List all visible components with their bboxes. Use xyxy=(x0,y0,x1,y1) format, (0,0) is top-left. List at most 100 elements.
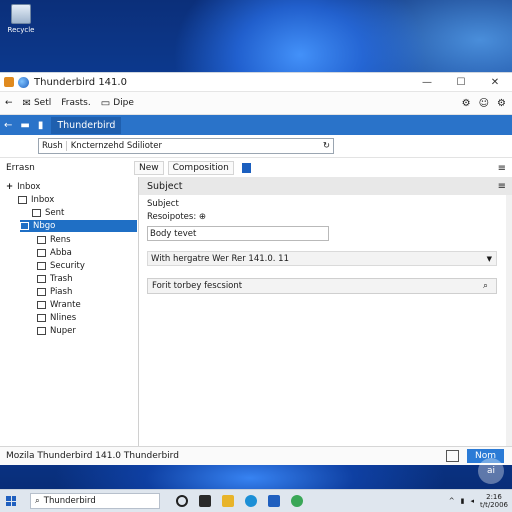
calendar-status-icon[interactable] xyxy=(445,450,459,462)
folder-pane: + Inbox Inbox Sent Nbgo Rens Abba Securit… xyxy=(0,177,139,447)
recipients-label[interactable]: Resoipotes: ⊕ xyxy=(147,212,206,222)
expand-icon[interactable]: + xyxy=(6,182,13,192)
system-tray: ^ ▮ ◂ 2:16 t/t/2006 xyxy=(449,493,512,509)
address-value: Kncternzehd Sdilioter xyxy=(70,141,162,151)
folder-wrante[interactable]: Wrante xyxy=(37,299,81,311)
tray-chevron-icon[interactable]: ^ xyxy=(449,497,455,505)
folder-icon xyxy=(37,327,46,335)
task-view-icon[interactable] xyxy=(199,495,211,507)
subject-label: Subject xyxy=(147,199,179,209)
minimize-button[interactable]: — xyxy=(410,77,444,88)
folder-icon xyxy=(37,301,46,309)
calendar-icon[interactable] xyxy=(241,163,251,173)
composition-button[interactable]: Composition xyxy=(167,161,234,175)
window-title: Thunderbird 141.0 xyxy=(34,76,127,88)
edge-icon[interactable] xyxy=(245,495,257,507)
back-button[interactable]: ← xyxy=(0,98,18,108)
taskbar-search[interactable]: ⌕ Thunderbird xyxy=(30,493,160,509)
volume-icon[interactable]: ◂ xyxy=(470,497,474,505)
folder-piash[interactable]: Piash xyxy=(37,286,72,298)
folder-label: Abba xyxy=(50,248,72,258)
folder-sent[interactable]: Sent xyxy=(32,207,64,219)
folder-icon xyxy=(32,209,41,217)
thunderbird-window: Thunderbird 141.0 — ☐ ✕ ← ✉ Setl Frasts. … xyxy=(0,72,512,465)
folder-label: Nbgo xyxy=(33,221,56,231)
toolbar-label[interactable]: Errasn xyxy=(0,163,134,173)
home-icon xyxy=(37,236,46,244)
clock-date: t/t/2006 xyxy=(479,501,508,509)
status-text: Mozila Thunderbird 141.0 Thunderbird xyxy=(6,451,179,461)
gear-icon[interactable]: ⚙ xyxy=(497,98,506,109)
new-button[interactable]: New xyxy=(134,161,164,175)
reload-icon[interactable]: ↻ xyxy=(323,141,333,151)
recycle-bin-desktop-icon[interactable]: Recycle xyxy=(4,4,38,34)
content-panes: + Inbox Inbox Sent Nbgo Rens Abba Securit… xyxy=(0,177,512,447)
message-pane: Subject ≡ Subject Resoipotes: ⊕ Body tev… xyxy=(139,177,512,447)
folder-nuper[interactable]: Nuper xyxy=(37,325,76,337)
folder-label: Nuper xyxy=(50,326,76,336)
mail-tab-icon[interactable]: ▬ xyxy=(16,120,33,131)
file-explorer-icon[interactable] xyxy=(222,495,234,507)
folder-label: Wrante xyxy=(50,300,81,310)
folder-icon xyxy=(18,196,27,204)
search-icon: ⌕ xyxy=(35,496,40,506)
title-bar: Thunderbird 141.0 — ☐ ✕ xyxy=(0,73,512,92)
taskbar: ⌕ Thunderbird ^ ▮ ◂ 2:16 t/t/2006 xyxy=(0,489,512,512)
clock[interactable]: 2:16 t/t/2006 xyxy=(480,493,508,509)
address-bar: Rush Kncternzehd Sdilioter ↻ xyxy=(0,135,512,158)
folder-label: Sent xyxy=(45,208,65,218)
folder-security[interactable]: Security xyxy=(37,260,85,272)
tab-bar: ← ▬ ▮ Thunderbird xyxy=(0,115,512,135)
folder-icon xyxy=(20,222,29,230)
folder-nlines[interactable]: Nlines xyxy=(37,312,76,324)
folder-trash[interactable]: Trash xyxy=(37,273,72,285)
tab-thunderbird[interactable]: Thunderbird xyxy=(51,116,122,134)
menu-item-setl[interactable]: ✉ Setl xyxy=(18,98,57,109)
subject-header: Subject ≡ xyxy=(139,177,512,195)
recycle-bin-label: Recycle xyxy=(7,26,35,34)
trash-icon xyxy=(37,275,46,283)
identity-select[interactable]: With hergatre Wer Rer 141.0. 11 ▼ xyxy=(147,251,497,266)
folder-icon xyxy=(37,314,46,322)
more-menu-icon[interactable]: ≡ xyxy=(498,163,506,174)
search-app-icon[interactable] xyxy=(176,495,188,507)
folder-label: Security xyxy=(50,261,85,271)
body-field[interactable]: Body tevet xyxy=(147,226,329,241)
vertical-scrollbar[interactable] xyxy=(506,195,512,447)
folder-label: Piash xyxy=(50,287,73,297)
folder-nbgo[interactable]: Nbgo xyxy=(20,220,137,232)
folder-inbox-root[interactable]: + Inbox xyxy=(6,181,40,193)
document-icon: ▭ xyxy=(100,97,111,109)
settings-icon[interactable]: ⚙ xyxy=(462,98,471,109)
account-icon[interactable]: ☺ xyxy=(479,98,489,109)
start-button[interactable] xyxy=(6,496,16,506)
network-icon[interactable]: ▮ xyxy=(461,497,465,505)
address-field[interactable]: Rush Kncternzehd Sdilioter ↻ xyxy=(38,138,334,154)
folder-icon xyxy=(37,262,46,270)
folder-rens[interactable]: Rens xyxy=(37,234,71,246)
folder-abba[interactable]: Abba xyxy=(37,247,72,259)
toolbar: Errasn New Composition ≡ xyxy=(0,158,512,179)
app-menu-icon[interactable] xyxy=(4,77,14,87)
chevron-down-icon: ▼ xyxy=(486,254,492,263)
folder-inbox[interactable]: Inbox xyxy=(18,194,54,206)
calendar-tab-icon[interactable]: ▮ xyxy=(34,120,48,131)
menu-item-frasts[interactable]: Frasts. xyxy=(56,98,96,108)
folder-label: Trash xyxy=(50,274,73,284)
back-arrow-icon[interactable]: ← xyxy=(0,120,16,131)
hamburger-menu-icon[interactable]: ≡ xyxy=(498,181,512,192)
ai-assistant-icon[interactable]: ai xyxy=(478,458,504,484)
maximize-button[interactable]: ☐ xyxy=(444,77,478,88)
search-input[interactable]: Forit torbey fescsiont ⌕ xyxy=(147,278,497,294)
recycle-bin-icon xyxy=(11,4,31,24)
menu-item-dipe[interactable]: ▭ Dipe xyxy=(96,98,139,109)
menu-bar: ← ✉ Setl Frasts. ▭ Dipe ⚙ ☺ ⚙ xyxy=(0,92,512,115)
chrome-icon[interactable] xyxy=(291,495,303,507)
envelope-icon: ✉ xyxy=(22,97,31,109)
mail-app-icon[interactable] xyxy=(268,495,280,507)
close-button[interactable]: ✕ xyxy=(478,77,512,88)
menu-item-label: Setl xyxy=(33,98,52,108)
status-bar: Mozila Thunderbird 141.0 Thunderbird Nom xyxy=(0,446,512,465)
search-icon[interactable]: ⌕ xyxy=(483,281,496,291)
thunderbird-logo-icon xyxy=(18,76,29,88)
